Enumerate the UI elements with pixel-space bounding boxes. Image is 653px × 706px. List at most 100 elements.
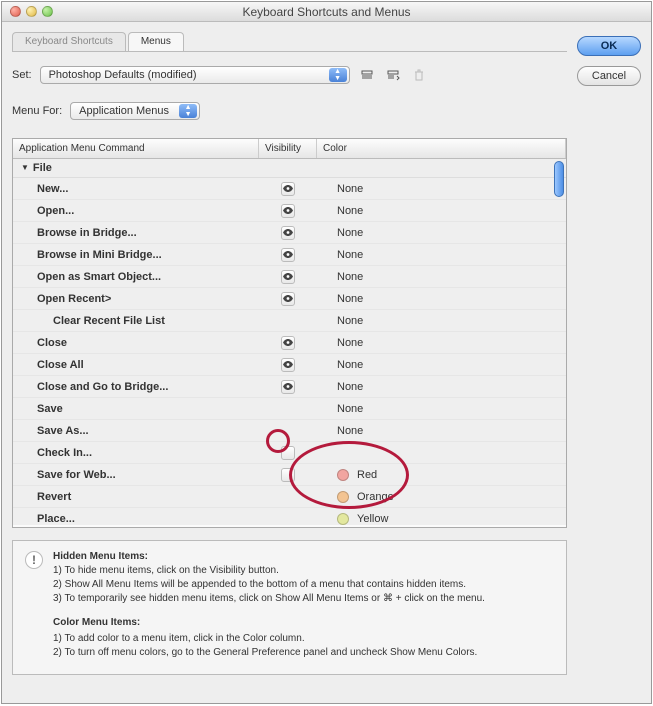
hint-line: 2) Show All Menu Items will be appended … — [53, 578, 485, 592]
col-header-color[interactable]: Color — [317, 139, 566, 158]
table-row[interactable]: Close AllNone — [13, 354, 566, 376]
color-cell[interactable]: None — [317, 337, 566, 349]
visibility-toggle[interactable] — [281, 468, 295, 482]
delete-set-icon — [410, 67, 428, 83]
set-dropdown[interactable]: Photoshop Defaults (modified) ▲▼ — [40, 66, 350, 84]
color-label: None — [337, 403, 363, 415]
table-row[interactable]: Clear Recent File ListNone — [13, 310, 566, 332]
set-label: Set: — [12, 69, 32, 81]
color-cell[interactable]: None — [317, 205, 566, 217]
ok-button[interactable]: OK — [577, 36, 641, 56]
cmd-label: Open... — [13, 205, 259, 217]
visibility-toggle[interactable] — [281, 336, 295, 350]
table-row[interactable]: Open... None — [13, 200, 566, 222]
color-label: None — [337, 293, 363, 305]
table-row[interactable]: Open as Smart Object...None — [13, 266, 566, 288]
hint-text: Hidden Menu Items: 1) To hide menu items… — [53, 551, 485, 660]
cmd-label: Save for Web... — [13, 469, 259, 481]
menu-for-label: Menu For: — [12, 105, 62, 117]
set-row: Set: Photoshop Defaults (modified) ▲▼ — [12, 66, 567, 84]
visibility-cell — [259, 380, 317, 394]
color-label: None — [337, 359, 363, 371]
visibility-cell — [259, 292, 317, 306]
eye-icon — [282, 207, 294, 214]
color-label: Orange — [357, 491, 394, 503]
visibility-cell — [259, 358, 317, 372]
visibility-cell — [259, 204, 317, 218]
color-cell[interactable]: Yellow — [317, 513, 566, 525]
grid-section-label: File — [33, 162, 52, 174]
table-row[interactable]: Save None — [13, 398, 566, 420]
save-set-icon[interactable] — [358, 67, 376, 83]
color-cell[interactable]: None — [317, 381, 566, 393]
table-row[interactable]: Close and Go to Bridge... None — [13, 376, 566, 398]
color-cell[interactable]: Orange — [317, 491, 566, 503]
save-set-as-icon[interactable] — [384, 67, 402, 83]
visibility-toggle[interactable] — [281, 270, 295, 284]
color-cell[interactable]: None — [317, 271, 566, 283]
visibility-toggle[interactable] — [281, 182, 295, 196]
visibility-toggle[interactable] — [281, 358, 295, 372]
cmd-label: Close and Go to Bridge... — [13, 381, 259, 393]
table-row[interactable]: Check In... — [13, 442, 566, 464]
tab-menus[interactable]: Menus — [128, 32, 184, 51]
table-row[interactable]: Open Recent>None — [13, 288, 566, 310]
color-label: None — [337, 227, 363, 239]
scrollbar[interactable] — [554, 161, 564, 197]
eye-icon — [282, 251, 294, 258]
visibility-cell — [259, 182, 317, 196]
set-dropdown-value: Photoshop Defaults (modified) — [49, 69, 197, 81]
window-title: Keyboard Shortcuts and Menus — [2, 5, 651, 19]
eye-icon — [282, 361, 294, 368]
close-window-icon[interactable] — [10, 6, 21, 17]
table-row[interactable]: Save As... None — [13, 420, 566, 442]
color-label: None — [337, 271, 363, 283]
color-cell[interactable]: None — [317, 403, 566, 415]
color-cell[interactable]: None — [317, 315, 566, 327]
table-row[interactable]: Place... Yellow — [13, 508, 566, 525]
table-row[interactable]: Save for Web... Red — [13, 464, 566, 486]
visibility-cell — [259, 468, 317, 482]
visibility-toggle[interactable] — [281, 292, 295, 306]
visibility-toggle[interactable] — [281, 226, 295, 240]
hint-line: 3) To temporarily see hidden menu items,… — [53, 592, 485, 606]
color-cell[interactable]: None — [317, 183, 566, 195]
cmd-label: Save — [13, 403, 259, 415]
menu-for-dropdown[interactable]: Application Menus ▲▼ — [70, 102, 200, 120]
color-cell[interactable]: None — [317, 425, 566, 437]
color-label: Yellow — [357, 513, 388, 525]
hint-panel: ! Hidden Menu Items: 1) To hide menu ite… — [12, 540, 567, 675]
visibility-cell — [259, 226, 317, 240]
cancel-button[interactable]: Cancel — [577, 66, 641, 86]
scrollbar-thumb[interactable] — [554, 161, 564, 197]
zoom-window-icon[interactable] — [42, 6, 53, 17]
visibility-toggle[interactable] — [281, 248, 295, 262]
color-cell[interactable]: None — [317, 249, 566, 261]
table-row[interactable]: New...None — [13, 178, 566, 200]
table-row[interactable]: Browse in Mini Bridge...None — [13, 244, 566, 266]
grid-section-file[interactable]: ▼File — [13, 159, 566, 178]
table-row[interactable]: RevertOrange — [13, 486, 566, 508]
visibility-toggle[interactable] — [281, 204, 295, 218]
dropdown-arrows-icon: ▲▼ — [179, 104, 197, 118]
table-row[interactable]: Browse in Bridge... None — [13, 222, 566, 244]
cmd-label: Browse in Bridge... — [13, 227, 259, 239]
color-label: None — [337, 205, 363, 217]
visibility-cell — [259, 446, 317, 460]
cmd-label: Save As... — [13, 425, 259, 437]
col-header-visibility[interactable]: Visibility — [259, 139, 317, 158]
color-cell[interactable]: Red — [317, 469, 566, 481]
hint-line: 2) To turn off menu colors, go to the Ge… — [53, 646, 485, 660]
table-row[interactable]: CloseNone — [13, 332, 566, 354]
visibility-toggle[interactable] — [281, 446, 295, 460]
tab-keyboard-shortcuts[interactable]: Keyboard Shortcuts — [12, 32, 126, 51]
cmd-label: Place... — [13, 513, 259, 525]
minimize-window-icon[interactable] — [26, 6, 37, 17]
color-cell[interactable]: None — [317, 359, 566, 371]
color-swatch-orange — [337, 491, 349, 503]
color-cell[interactable]: None — [317, 227, 566, 239]
color-label: Red — [357, 469, 377, 481]
visibility-toggle[interactable] — [281, 380, 295, 394]
color-cell[interactable]: None — [317, 293, 566, 305]
col-header-command[interactable]: Application Menu Command — [13, 139, 259, 158]
